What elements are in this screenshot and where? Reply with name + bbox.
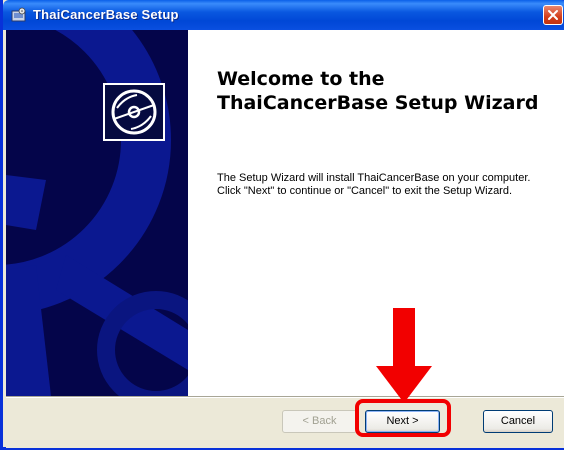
footer-divider [6,397,564,398]
close-icon [548,10,558,20]
wizard-description: The Setup Wizard will install ThaiCancer… [217,172,531,197]
close-button[interactable] [543,5,563,25]
red-arrow-annotation [376,308,432,403]
next-button-highlight [355,399,451,437]
back-button[interactable]: < Back [282,410,357,433]
wizard-side-banner [6,30,188,396]
heading-line-2: ThaiCancerBase Setup Wizard [217,92,539,114]
welcome-heading: Welcome to the ThaiCancerBase Setup Wiza… [217,67,557,115]
button-bar: < Back Next > Cancel [6,396,564,448]
setup-window: ThaiCancerBase Setup Welcome to the Thai… [0,0,564,450]
cancel-button[interactable]: Cancel [483,410,553,433]
window-title: ThaiCancerBase Setup [33,7,179,22]
installer-icon [11,7,27,23]
cd-disc-icon [103,83,165,141]
title-bar[interactable]: ThaiCancerBase Setup [3,0,564,30]
heading-line-1: Welcome to the [217,68,385,90]
